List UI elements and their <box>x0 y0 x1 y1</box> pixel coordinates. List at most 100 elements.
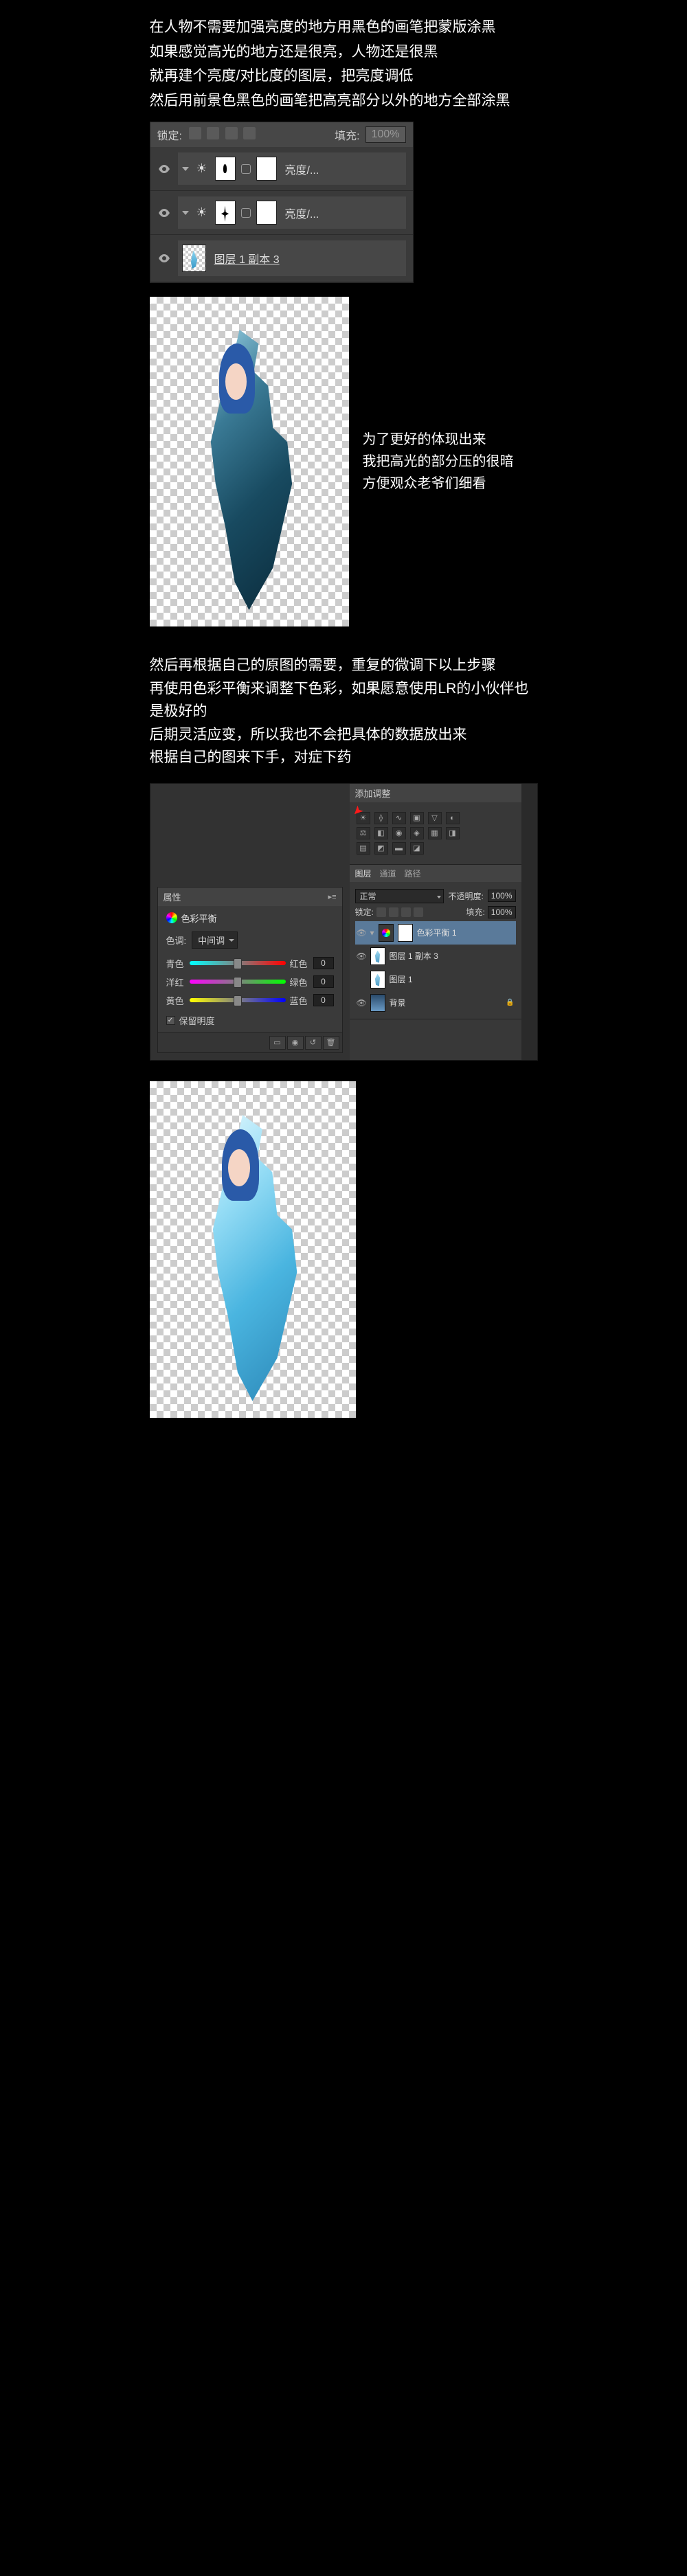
prev-icon[interactable]: ◉ <box>287 1036 304 1050</box>
slider-track[interactable] <box>190 998 286 1002</box>
visibility-icon[interactable]: 👁 <box>357 998 366 1008</box>
panel-tab[interactable]: 属性 ▸≡ <box>158 888 342 906</box>
layer-thumb[interactable] <box>370 947 385 965</box>
adj-icons-row: ☀ ⟠ ∿ ▣ ▽ ◐ <box>357 812 515 824</box>
invert-adj-icon[interactable]: ◨ <box>446 827 460 839</box>
intro-line: 就再建个亮度/对比度的图层，把亮度调低 <box>150 65 538 87</box>
mask-thumb[interactable] <box>215 201 236 225</box>
lock-pixels-icon[interactable] <box>207 127 219 139</box>
layer-row[interactable]: ☀ 亮度/... <box>150 191 413 235</box>
visibility-icon[interactable]: 👁 <box>357 928 366 938</box>
colorbalance-adj-icon[interactable]: ⚖ <box>357 827 370 839</box>
layer-row[interactable]: 图层 1 副本 3 <box>150 235 413 282</box>
layer-name: 背景 <box>390 997 406 1008</box>
fill-value[interactable]: 100% <box>488 906 516 918</box>
lock-icon[interactable] <box>414 907 423 917</box>
slider-mag-green: 洋红 绿色 0 <box>166 975 334 988</box>
trash-icon[interactable]: 🗑 <box>323 1036 339 1050</box>
tone-label: 色调: <box>166 934 187 947</box>
curves-adj-icon[interactable]: ∿ <box>392 812 406 824</box>
mask-thumb[interactable] <box>398 924 413 942</box>
layer-name: 图层 1 <box>390 973 413 985</box>
clip-icon[interactable]: ▭ <box>269 1036 286 1050</box>
layer-row[interactable]: 👁 背景 🔒 <box>355 991 516 1015</box>
layer-thumb[interactable] <box>370 994 385 1012</box>
layer-content: ☀ 亮度/... <box>178 152 406 185</box>
channels-tab[interactable]: 通道 <box>380 868 396 879</box>
visibility-toggle[interactable] <box>157 206 171 220</box>
preserve-lum-row[interactable]: ✓ 保留明度 <box>166 1014 334 1027</box>
layer-thumb[interactable] <box>182 245 206 272</box>
blend-mode-select[interactable]: 正常 <box>355 889 444 903</box>
layer-row[interactable]: ☀ 亮度/... <box>150 147 413 191</box>
lock-label: 锁定: <box>355 906 374 918</box>
properties-panel: 属性 ▸≡ 色彩平衡 色调: 中间调 青色 红色 <box>157 887 343 1053</box>
hue-adj-icon[interactable]: ◐ <box>446 812 460 824</box>
photofilter-adj-icon[interactable]: ◉ <box>392 827 406 839</box>
slider-right-label: 红色 <box>290 957 309 970</box>
intro-line: 然后用前景色黑色的画笔把高亮部分以外的地方全部涂黑 <box>150 90 538 112</box>
paths-tab[interactable]: 路径 <box>405 868 421 879</box>
posterize-adj-icon[interactable]: ▤ <box>357 842 370 855</box>
mask-thumb[interactable] <box>215 157 236 181</box>
levels-adj-icon[interactable]: ⟠ <box>374 812 388 824</box>
visibility-toggle[interactable] <box>157 162 171 176</box>
link-icon[interactable] <box>241 164 251 174</box>
lock-row: 锁定: 填充: 100% <box>355 906 516 918</box>
layer-thumb[interactable] <box>370 971 385 988</box>
lock-indicator-icon: 🔒 <box>506 999 514 1006</box>
adj-icons-row: ⚖ ◧ ◉ ◈ ▦ ◨ <box>357 827 515 839</box>
char-face <box>228 1149 250 1186</box>
tab-menu-icon[interactable]: ▸≡ <box>328 892 337 901</box>
lock-icon[interactable] <box>376 907 386 917</box>
selcolor-adj-icon[interactable]: ◪ <box>410 842 424 855</box>
threshold-adj-icon[interactable]: ◩ <box>374 842 388 855</box>
lock-icon[interactable] <box>401 907 411 917</box>
slider-value[interactable]: 0 <box>313 975 334 988</box>
opacity-value[interactable]: 100% <box>488 890 516 902</box>
mid-text-block: 然后再根据自己的原图的需要，重复的微调下以上步骤 再使用色彩平衡来调整下色彩，如… <box>150 654 538 769</box>
intro-text-block: 在人物不需要加强亮度的地方用黑色的画笔把蒙版涂黑 如果感觉高光的地方还是很亮，人… <box>150 16 538 111</box>
layers2-body: 正常 不透明度: 100% 锁定: 填充: 100% 👁 <box>350 882 521 1019</box>
slider-cyan-red: 青色 红色 0 <box>166 957 334 970</box>
vibrance-adj-icon[interactable]: ▽ <box>428 812 442 824</box>
layer-content: ☀ 亮度/... <box>178 196 406 229</box>
exposure-adj-icon[interactable]: ▣ <box>410 812 424 824</box>
note-line: 方便观众老爷们细看 <box>363 473 528 495</box>
ps-right-pane: 添加调整 ➤ ☀ ⟠ ∿ ▣ ▽ ◐ ⚖ ◧ ◉ ◈ <box>350 784 521 1060</box>
slider-track[interactable] <box>190 980 286 984</box>
layer-row[interactable]: 👁 ▾ 色彩平衡 1 <box>355 921 516 945</box>
slider-track[interactable] <box>190 961 286 965</box>
layer-row[interactable]: 图层 1 <box>355 968 516 991</box>
reset-icon[interactable]: ↺ <box>305 1036 322 1050</box>
lock-icon[interactable] <box>389 907 398 917</box>
fill-value[interactable]: 100% <box>365 126 406 143</box>
layers-tab[interactable]: 图层 <box>355 868 372 879</box>
layer-row[interactable]: 👁 图层 1 副本 3 <box>355 945 516 968</box>
lock-transparent-icon[interactable] <box>189 127 201 139</box>
channelmix-adj-icon[interactable]: ◈ <box>410 827 424 839</box>
expand-icon[interactable] <box>182 211 189 215</box>
colorlookup-adj-icon[interactable]: ▦ <box>428 827 442 839</box>
lock-position-icon[interactable] <box>225 127 238 139</box>
mid-line: 后期灵活应变，所以我也不会把具体的数据放出来 <box>150 723 538 747</box>
slider-left-label: 青色 <box>166 957 185 970</box>
expand-icon[interactable]: ▾ <box>370 928 374 938</box>
tone-select[interactable]: 中间调 <box>192 931 238 949</box>
slider-value[interactable]: 0 <box>313 957 334 969</box>
slider-value[interactable]: 0 <box>313 994 334 1006</box>
canvas-row: 为了更好的体现出来 我把高光的部分压的很暗 方便观众老爷们细看 <box>150 297 538 626</box>
visibility-icon[interactable]: 👁 <box>357 951 366 961</box>
visibility-toggle[interactable] <box>157 251 171 265</box>
lock-all-icon[interactable] <box>243 127 256 139</box>
gradmap-adj-icon[interactable]: ▬ <box>392 842 406 855</box>
note-line: 为了更好的体现出来 <box>363 429 528 451</box>
link-icon[interactable] <box>241 208 251 218</box>
checkbox-icon[interactable]: ✓ <box>166 1016 175 1025</box>
lock-bar: 锁定: 填充: 100% <box>150 122 413 147</box>
bw-adj-icon[interactable]: ◧ <box>374 827 388 839</box>
adj-thumb[interactable] <box>379 924 394 942</box>
mask-thumb-white[interactable] <box>256 157 277 181</box>
mask-thumb-white[interactable] <box>256 201 277 225</box>
expand-icon[interactable] <box>182 167 189 171</box>
